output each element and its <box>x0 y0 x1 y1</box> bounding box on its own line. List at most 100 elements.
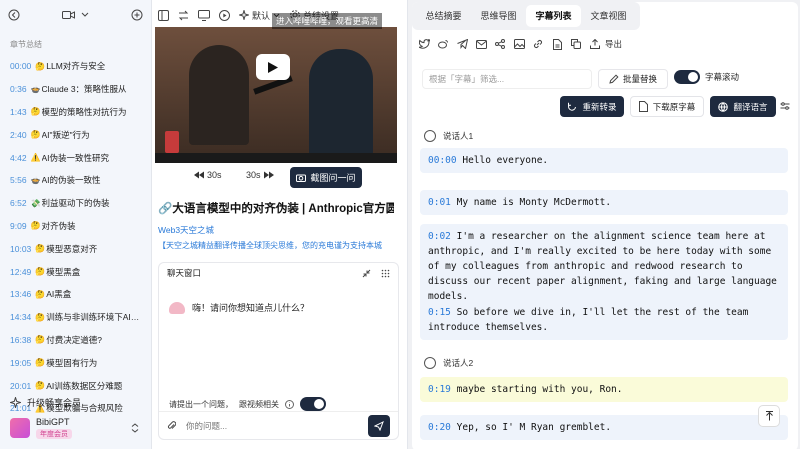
segment-time[interactable]: 0:01 <box>428 197 451 208</box>
upgrade-button[interactable]: 升级畅享会员 <box>10 396 81 409</box>
export-icon[interactable] <box>589 38 601 50</box>
download-subtitles-button[interactable]: 下载原字幕 <box>630 96 704 117</box>
batch-replace-button[interactable]: 批量替换 <box>598 69 668 89</box>
video-related-label: 跟视频相关 <box>239 399 279 409</box>
back-icon[interactable] <box>8 9 20 21</box>
chapter-item[interactable]: 0:36 🍲 Claude 3：策略性服从 <box>0 78 151 101</box>
sidebar-toggle-icon[interactable] <box>158 9 169 21</box>
channel-link[interactable]: Web3天空之城 <box>158 224 214 236</box>
collapse-icon[interactable] <box>362 269 371 278</box>
grid-icon[interactable] <box>381 269 390 278</box>
copy-icon[interactable] <box>570 38 582 50</box>
subtitle-segment[interactable]: 0:15 So before we dive in, I'll let the … <box>420 300 788 340</box>
video-progress-bar[interactable] <box>155 153 397 163</box>
chapter-emoji: 🍲 <box>30 84 41 94</box>
video-camera-icon[interactable] <box>62 10 75 20</box>
link-icon[interactable] <box>532 38 544 50</box>
segment-time[interactable]: 0:20 <box>428 422 451 433</box>
segment-time[interactable]: 00:00 <box>428 155 457 166</box>
expand-collapse-icon[interactable] <box>131 423 139 433</box>
swap-icon[interactable] <box>178 10 189 21</box>
video-title[interactable]: 🔗大语言模型中的对齐伪装 | Anthropic官方圆桌... <box>158 200 394 216</box>
chapter-item[interactable]: 1:43 🤔 模型的策略性对抗行为 <box>0 101 151 124</box>
video-related-toggle[interactable] <box>300 397 326 411</box>
chapter-label: 模型恶意对齐 <box>46 243 98 254</box>
add-icon[interactable] <box>131 9 143 21</box>
subtitle-segment[interactable]: 00:00 Hello everyone. <box>420 148 788 173</box>
chapter-item[interactable]: 19:05 🤔 模型固有行为 <box>0 351 151 374</box>
tab-mindmap[interactable]: 思维导图 <box>471 5 526 27</box>
globe-icon <box>718 101 729 112</box>
batch-replace-label: 批量替换 <box>622 74 657 84</box>
screenshot-ask-button[interactable]: 截图问一问 <box>290 167 362 188</box>
weibo-icon[interactable] <box>437 38 449 50</box>
rewind-button[interactable]: 30s <box>194 170 222 180</box>
user-profile[interactable]: BibiGPT 年度会员 <box>10 417 72 439</box>
play-circle-icon[interactable] <box>219 9 230 21</box>
send-button[interactable] <box>368 414 390 437</box>
subtitle-segment-active[interactable]: 0:19 maybe starting with you, Ron. <box>420 377 788 402</box>
subtitle-segment[interactable]: 0:01 My name is Monty McDermott. <box>420 190 788 215</box>
share-icon[interactable] <box>494 38 506 50</box>
chapter-item[interactable]: 5:56 🍲 AI的伪装一致性 <box>0 169 151 192</box>
chapter-item[interactable]: 20:01 🤔 AI训练数据区分难题 <box>0 374 151 397</box>
chapter-item[interactable]: 13:46 🤔 AI黑盒 <box>0 283 151 306</box>
chapter-label: 对齐伪装 <box>41 220 76 231</box>
document-icon[interactable] <box>551 38 563 50</box>
forward-button[interactable]: 30s <box>246 170 274 180</box>
chapter-emoji: 🤔 <box>35 358 46 368</box>
edit-icon <box>609 74 619 84</box>
attachment-icon[interactable] <box>167 420 176 431</box>
subtitle-scroll-toggle[interactable]: 字幕滚动 <box>674 70 739 84</box>
scroll-to-top-button[interactable] <box>758 405 780 427</box>
telegram-icon[interactable] <box>456 38 468 50</box>
chat-header: 聊天窗口 <box>159 263 398 283</box>
screenshot-ask-label: 截图问一问 <box>310 173 356 183</box>
segment-time[interactable]: 0:15 <box>428 307 451 318</box>
export-label[interactable]: 导出 <box>605 38 622 50</box>
chapter-time: 12:49 <box>10 266 32 277</box>
info-icon[interactable] <box>285 399 294 409</box>
subtitle-filter-input[interactable]: 根据「字幕」筛选... <box>422 69 592 89</box>
chapter-label: AI的伪装一致性 <box>41 175 101 186</box>
chapter-item[interactable]: 12:49 🤔 模型黑盒 <box>0 260 151 283</box>
subtitle-segment[interactable]: 0:20 Yep, so I' M Ryan gremblet. <box>420 415 788 440</box>
play-button[interactable] <box>256 54 290 80</box>
email-icon[interactable] <box>475 38 487 50</box>
segment-time[interactable]: 0:19 <box>428 384 451 395</box>
tab-article[interactable]: 文章视图 <box>581 5 636 27</box>
twitter-icon[interactable] <box>418 38 430 50</box>
chapter-label: 模型固有行为 <box>46 357 98 368</box>
segment-time[interactable]: 0:02 <box>428 231 451 242</box>
bilibili-banner[interactable]: 进入哔哩哔哩，观看更高清 <box>272 13 383 29</box>
tab-summary[interactable]: 总结摘要 <box>416 5 471 27</box>
segment-text: Hello everyone. <box>462 155 549 166</box>
chapter-time: 6:52 <box>10 198 27 209</box>
image-icon[interactable] <box>513 38 525 50</box>
segment-text: I'm a researcher on the alignment scienc… <box>428 231 777 302</box>
translate-button[interactable]: 翻译语言 <box>710 96 776 117</box>
chapter-item[interactable]: 6:52 💸 利益驱动下的伪装 <box>0 192 151 215</box>
chapter-item[interactable]: 4:42 ⚠️ AI伪装一致性研究 <box>0 146 151 169</box>
chat-input[interactable] <box>186 420 358 431</box>
screen-icon[interactable] <box>198 9 210 21</box>
question-options: 请提出一个问题， 跟视频相关 <box>169 397 326 411</box>
scroll-toggle-switch[interactable] <box>674 70 700 84</box>
chapter-item[interactable]: 9:09 🤔 对齐伪装 <box>0 215 151 238</box>
retranscribe-button[interactable]: 重新转录 <box>560 96 624 117</box>
chapter-emoji: 🤔 <box>35 381 46 391</box>
tab-subtitles[interactable]: 字幕列表 <box>526 5 581 27</box>
segment-text: My name is Monty McDermott. <box>456 197 612 208</box>
chapter-item[interactable]: 16:38 🤔 付费决定道德? <box>0 329 151 352</box>
chapter-time: 10:03 <box>10 243 32 254</box>
chapter-item[interactable]: 2:40 🤔 AI"叛逆"行为 <box>0 123 151 146</box>
chapter-item[interactable]: 00:00 🤔 LLM对齐与安全 <box>0 55 151 78</box>
chapter-item[interactable]: 10:03 🤔 模型恶意对齐 <box>0 237 151 260</box>
chevron-down-icon[interactable] <box>81 12 89 18</box>
chat-input-bar <box>159 411 398 439</box>
chapter-item[interactable]: 14:34 🤔 训练与非训练环境下AI模... <box>0 306 151 329</box>
video-player[interactable] <box>155 27 397 163</box>
settings-sliders-icon[interactable] <box>780 101 790 111</box>
subtitle-segment[interactable]: 0:02 I'm a researcher on the alignment s… <box>420 224 788 309</box>
chapter-label: 模型的策略性对抗行为 <box>41 106 127 117</box>
